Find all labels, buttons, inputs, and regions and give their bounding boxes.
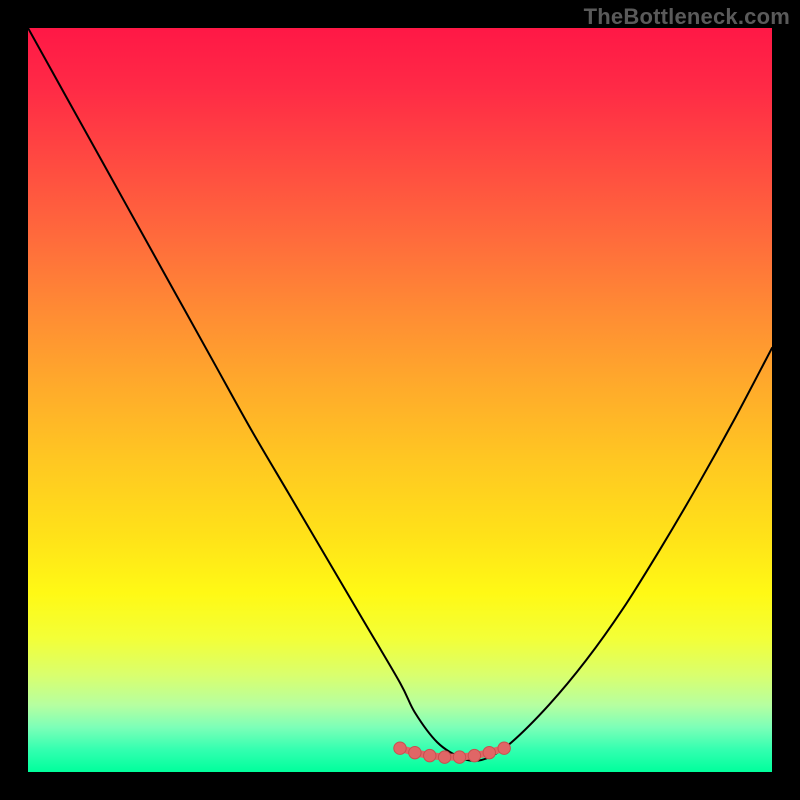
- marker-dot: [483, 746, 495, 758]
- bottleneck-curve: [28, 28, 772, 761]
- marker-dot: [438, 751, 450, 763]
- marker-dot: [409, 746, 421, 758]
- chart-frame: TheBottleneck.com: [0, 0, 800, 800]
- marker-dot: [453, 751, 465, 763]
- plot-area: [28, 28, 772, 772]
- marker-dot: [498, 742, 510, 754]
- curve-svg: [28, 28, 772, 772]
- marker-dot: [468, 749, 480, 761]
- watermark-text: TheBottleneck.com: [584, 4, 790, 30]
- marker-dot: [394, 742, 406, 754]
- marker-dot: [424, 749, 436, 761]
